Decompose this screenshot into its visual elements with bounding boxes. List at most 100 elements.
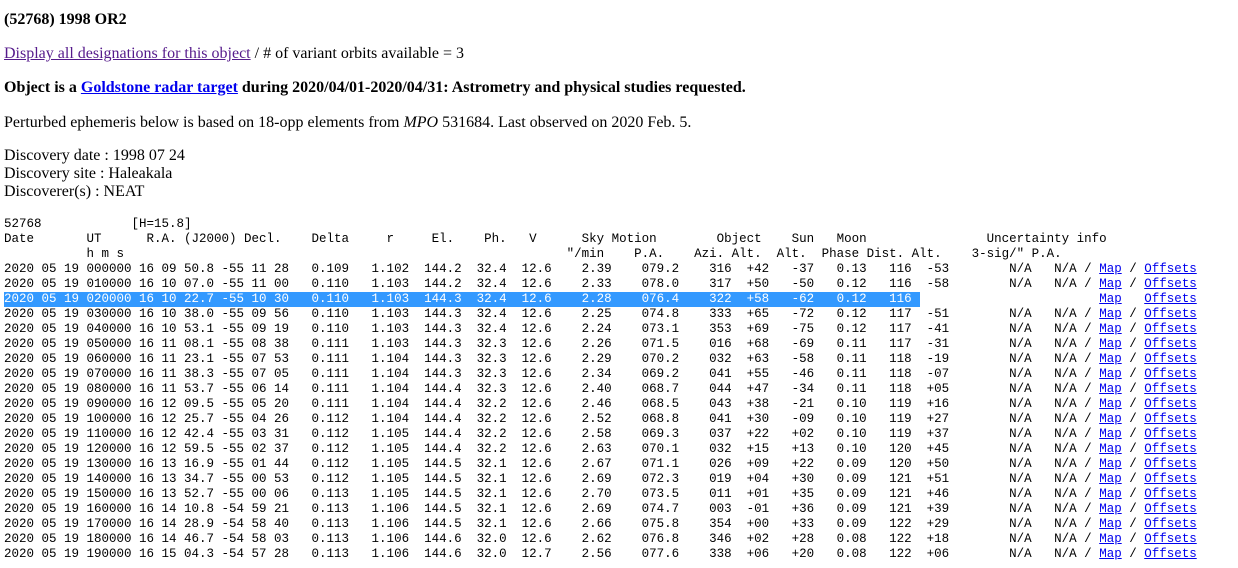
separator: / <box>1121 427 1145 441</box>
row-text: 2020 05 19 150000 16 13 52.7 -55 00 06 0… <box>4 487 1100 501</box>
display-designations-link[interactable]: Display all designations for this object <box>4 45 251 62</box>
table-row[interactable]: 2020 05 19 040000 16 10 53.1 -55 09 19 0… <box>4 322 1197 337</box>
offsets-link[interactable]: Offsets <box>1144 502 1197 516</box>
table-row[interactable]: 2020 05 19 150000 16 13 52.7 -55 00 06 0… <box>4 487 1197 502</box>
map-link[interactable]: Map <box>1099 457 1122 471</box>
offsets-link[interactable]: Offsets <box>1144 262 1197 276</box>
page-title: (52768) 1998 OR2 <box>4 11 127 28</box>
map-link[interactable]: Map <box>1099 262 1122 276</box>
separator: / <box>1121 472 1145 486</box>
row-text: 2020 05 19 010000 16 10 07.0 -55 11 00 0… <box>4 277 1100 291</box>
offsets-link[interactable]: Offsets <box>1144 337 1197 351</box>
offsets-link[interactable]: Offsets <box>1144 292 1197 306</box>
map-link[interactable]: Map <box>1099 292 1122 306</box>
offsets-link[interactable]: Offsets <box>1144 457 1197 471</box>
table-row[interactable]: 2020 05 19 050000 16 11 08.1 -55 08 38 0… <box>4 337 1197 352</box>
radar-prefix: Object is a <box>4 79 81 96</box>
table-row[interactable]: 2020 05 19 180000 16 14 46.7 -54 58 03 0… <box>4 532 1197 547</box>
offsets-link[interactable]: Offsets <box>1144 487 1197 501</box>
map-link[interactable]: Map <box>1099 337 1122 351</box>
row-text: 2020 05 19 170000 16 14 28.9 -54 58 40 0… <box>4 517 1100 531</box>
designations-line: Display all designations for this object… <box>4 45 464 63</box>
separator: / <box>1121 352 1145 366</box>
table-row[interactable]: 2020 05 19 090000 16 12 09.5 -55 05 20 0… <box>4 397 1197 412</box>
perturbed-suffix: 531684. Last observed on 2020 Feb. 5. <box>438 114 692 131</box>
separator: / <box>1121 412 1145 426</box>
table-row[interactable]: 2020 05 19 160000 16 14 10.8 -54 59 21 0… <box>4 502 1197 517</box>
map-link[interactable]: Map <box>1099 502 1122 516</box>
discovery-date: Discovery date : 1998 07 24 <box>4 147 185 164</box>
separator: / <box>1121 532 1145 546</box>
radar-notice: Object is a Goldstone radar target durin… <box>4 79 746 97</box>
separator: / <box>1121 262 1145 276</box>
header-line-1: 52768 [H=15.8] <box>4 217 192 231</box>
variant-orbits-text: / # of variant orbits available = 3 <box>250 45 465 62</box>
offsets-link[interactable]: Offsets <box>1144 307 1197 321</box>
table-row[interactable]: 2020 05 19 000000 16 09 50.8 -55 11 28 0… <box>4 262 1197 277</box>
offsets-link[interactable]: Offsets <box>1144 532 1197 546</box>
row-text: 2020 05 19 130000 16 13 16.9 -55 01 44 0… <box>4 457 1100 471</box>
map-link[interactable]: Map <box>1099 397 1122 411</box>
goldstone-radar-link[interactable]: Goldstone radar target <box>81 79 238 96</box>
table-row[interactable]: 2020 05 19 080000 16 11 53.7 -55 06 14 0… <box>4 382 1197 397</box>
offsets-link[interactable]: Offsets <box>1144 322 1197 336</box>
offsets-link[interactable]: Offsets <box>1144 547 1197 561</box>
table-row[interactable]: 2020 05 19 060000 16 11 23.1 -55 07 53 0… <box>4 352 1197 367</box>
row-text: 2020 05 19 100000 16 12 25.7 -55 04 26 0… <box>4 412 1100 426</box>
row-text: 2020 05 19 190000 16 15 04.3 -54 57 28 0… <box>4 547 1100 561</box>
discovery-info: Discovery date : 1998 07 24 Discovery si… <box>4 147 185 201</box>
map-link[interactable]: Map <box>1099 352 1122 366</box>
map-link[interactable]: Map <box>1099 472 1122 486</box>
table-row[interactable]: 2020 05 19 130000 16 13 16.9 -55 01 44 0… <box>4 457 1197 472</box>
offsets-link[interactable]: Offsets <box>1144 442 1197 456</box>
row-text: 2020 05 19 080000 16 11 53.7 -55 06 14 0… <box>4 382 1100 396</box>
header-line-3: h m s "/min P.A. Azi. Alt. Alt. Phase Di… <box>4 247 1062 261</box>
offsets-link[interactable]: Offsets <box>1144 382 1197 396</box>
map-link[interactable]: Map <box>1099 517 1122 531</box>
table-row[interactable]: 2020 05 19 010000 16 10 07.0 -55 11 00 0… <box>4 277 1197 292</box>
offsets-link[interactable]: Offsets <box>1144 427 1197 441</box>
map-link[interactable]: Map <box>1099 367 1122 381</box>
table-row[interactable]: 2020 05 19 120000 16 12 59.5 -55 02 37 0… <box>4 442 1197 457</box>
radar-suffix: during 2020/04/01-2020/04/31: Astrometry… <box>237 79 746 96</box>
offsets-link[interactable]: Offsets <box>1144 277 1197 291</box>
separator: / <box>1121 322 1145 336</box>
row-text: 2020 05 19 030000 16 10 38.0 -55 09 56 0… <box>4 307 1100 321</box>
map-link[interactable]: Map <box>1099 487 1122 501</box>
offsets-link[interactable]: Offsets <box>1144 472 1197 486</box>
row-text: 2020 05 19 020000 16 10 22.7 -55 10 30 0… <box>4 292 1100 306</box>
map-link[interactable]: Map <box>1099 412 1122 426</box>
separator: / <box>1121 397 1145 411</box>
separator: / <box>1121 457 1145 471</box>
map-link[interactable]: Map <box>1099 322 1122 336</box>
table-row[interactable]: 2020 05 19 100000 16 12 25.7 -55 04 26 0… <box>4 412 1197 427</box>
offsets-link[interactable]: Offsets <box>1144 517 1197 531</box>
map-link[interactable]: Map <box>1099 532 1122 546</box>
row-text: 2020 05 19 070000 16 11 38.3 -55 07 05 0… <box>4 367 1100 381</box>
separator: / <box>1121 307 1145 321</box>
row-text: 2020 05 19 120000 16 12 59.5 -55 02 37 0… <box>4 442 1100 456</box>
map-link[interactable]: Map <box>1099 307 1122 321</box>
map-link[interactable]: Map <box>1099 547 1122 561</box>
perturbed-prefix: Perturbed ephemeris below is based on 18… <box>4 114 404 131</box>
offsets-link[interactable]: Offsets <box>1144 352 1197 366</box>
table-row[interactable]: 2020 05 19 070000 16 11 38.3 -55 07 05 0… <box>4 367 1197 382</box>
table-row[interactable]: 2020 05 19 140000 16 13 34.7 -55 00 53 0… <box>4 472 1197 487</box>
table-row[interactable]: 2020 05 19 030000 16 10 38.0 -55 09 56 0… <box>4 307 1197 322</box>
table-row[interactable]: 2020 05 19 020000 16 10 22.7 -55 10 30 0… <box>4 292 1197 307</box>
table-row[interactable]: 2020 05 19 190000 16 15 04.3 -54 57 28 0… <box>4 547 1197 562</box>
map-link[interactable]: Map <box>1099 427 1122 441</box>
map-link[interactable]: Map <box>1099 277 1122 291</box>
row-text: 2020 05 19 040000 16 10 53.1 -55 09 19 0… <box>4 322 1100 336</box>
separator: / <box>1121 547 1145 561</box>
offsets-link[interactable]: Offsets <box>1144 367 1197 381</box>
offsets-link[interactable]: Offsets <box>1144 412 1197 426</box>
map-link[interactable]: Map <box>1099 442 1122 456</box>
row-text: 2020 05 19 160000 16 14 10.8 -54 59 21 0… <box>4 502 1100 516</box>
offsets-link[interactable]: Offsets <box>1144 397 1197 411</box>
table-row[interactable]: 2020 05 19 170000 16 14 28.9 -54 58 40 0… <box>4 517 1197 532</box>
table-row[interactable]: 2020 05 19 110000 16 12 42.4 -55 03 31 0… <box>4 427 1197 442</box>
map-link[interactable]: Map <box>1099 382 1122 396</box>
separator: / <box>1121 337 1145 351</box>
separator: / <box>1121 442 1145 456</box>
